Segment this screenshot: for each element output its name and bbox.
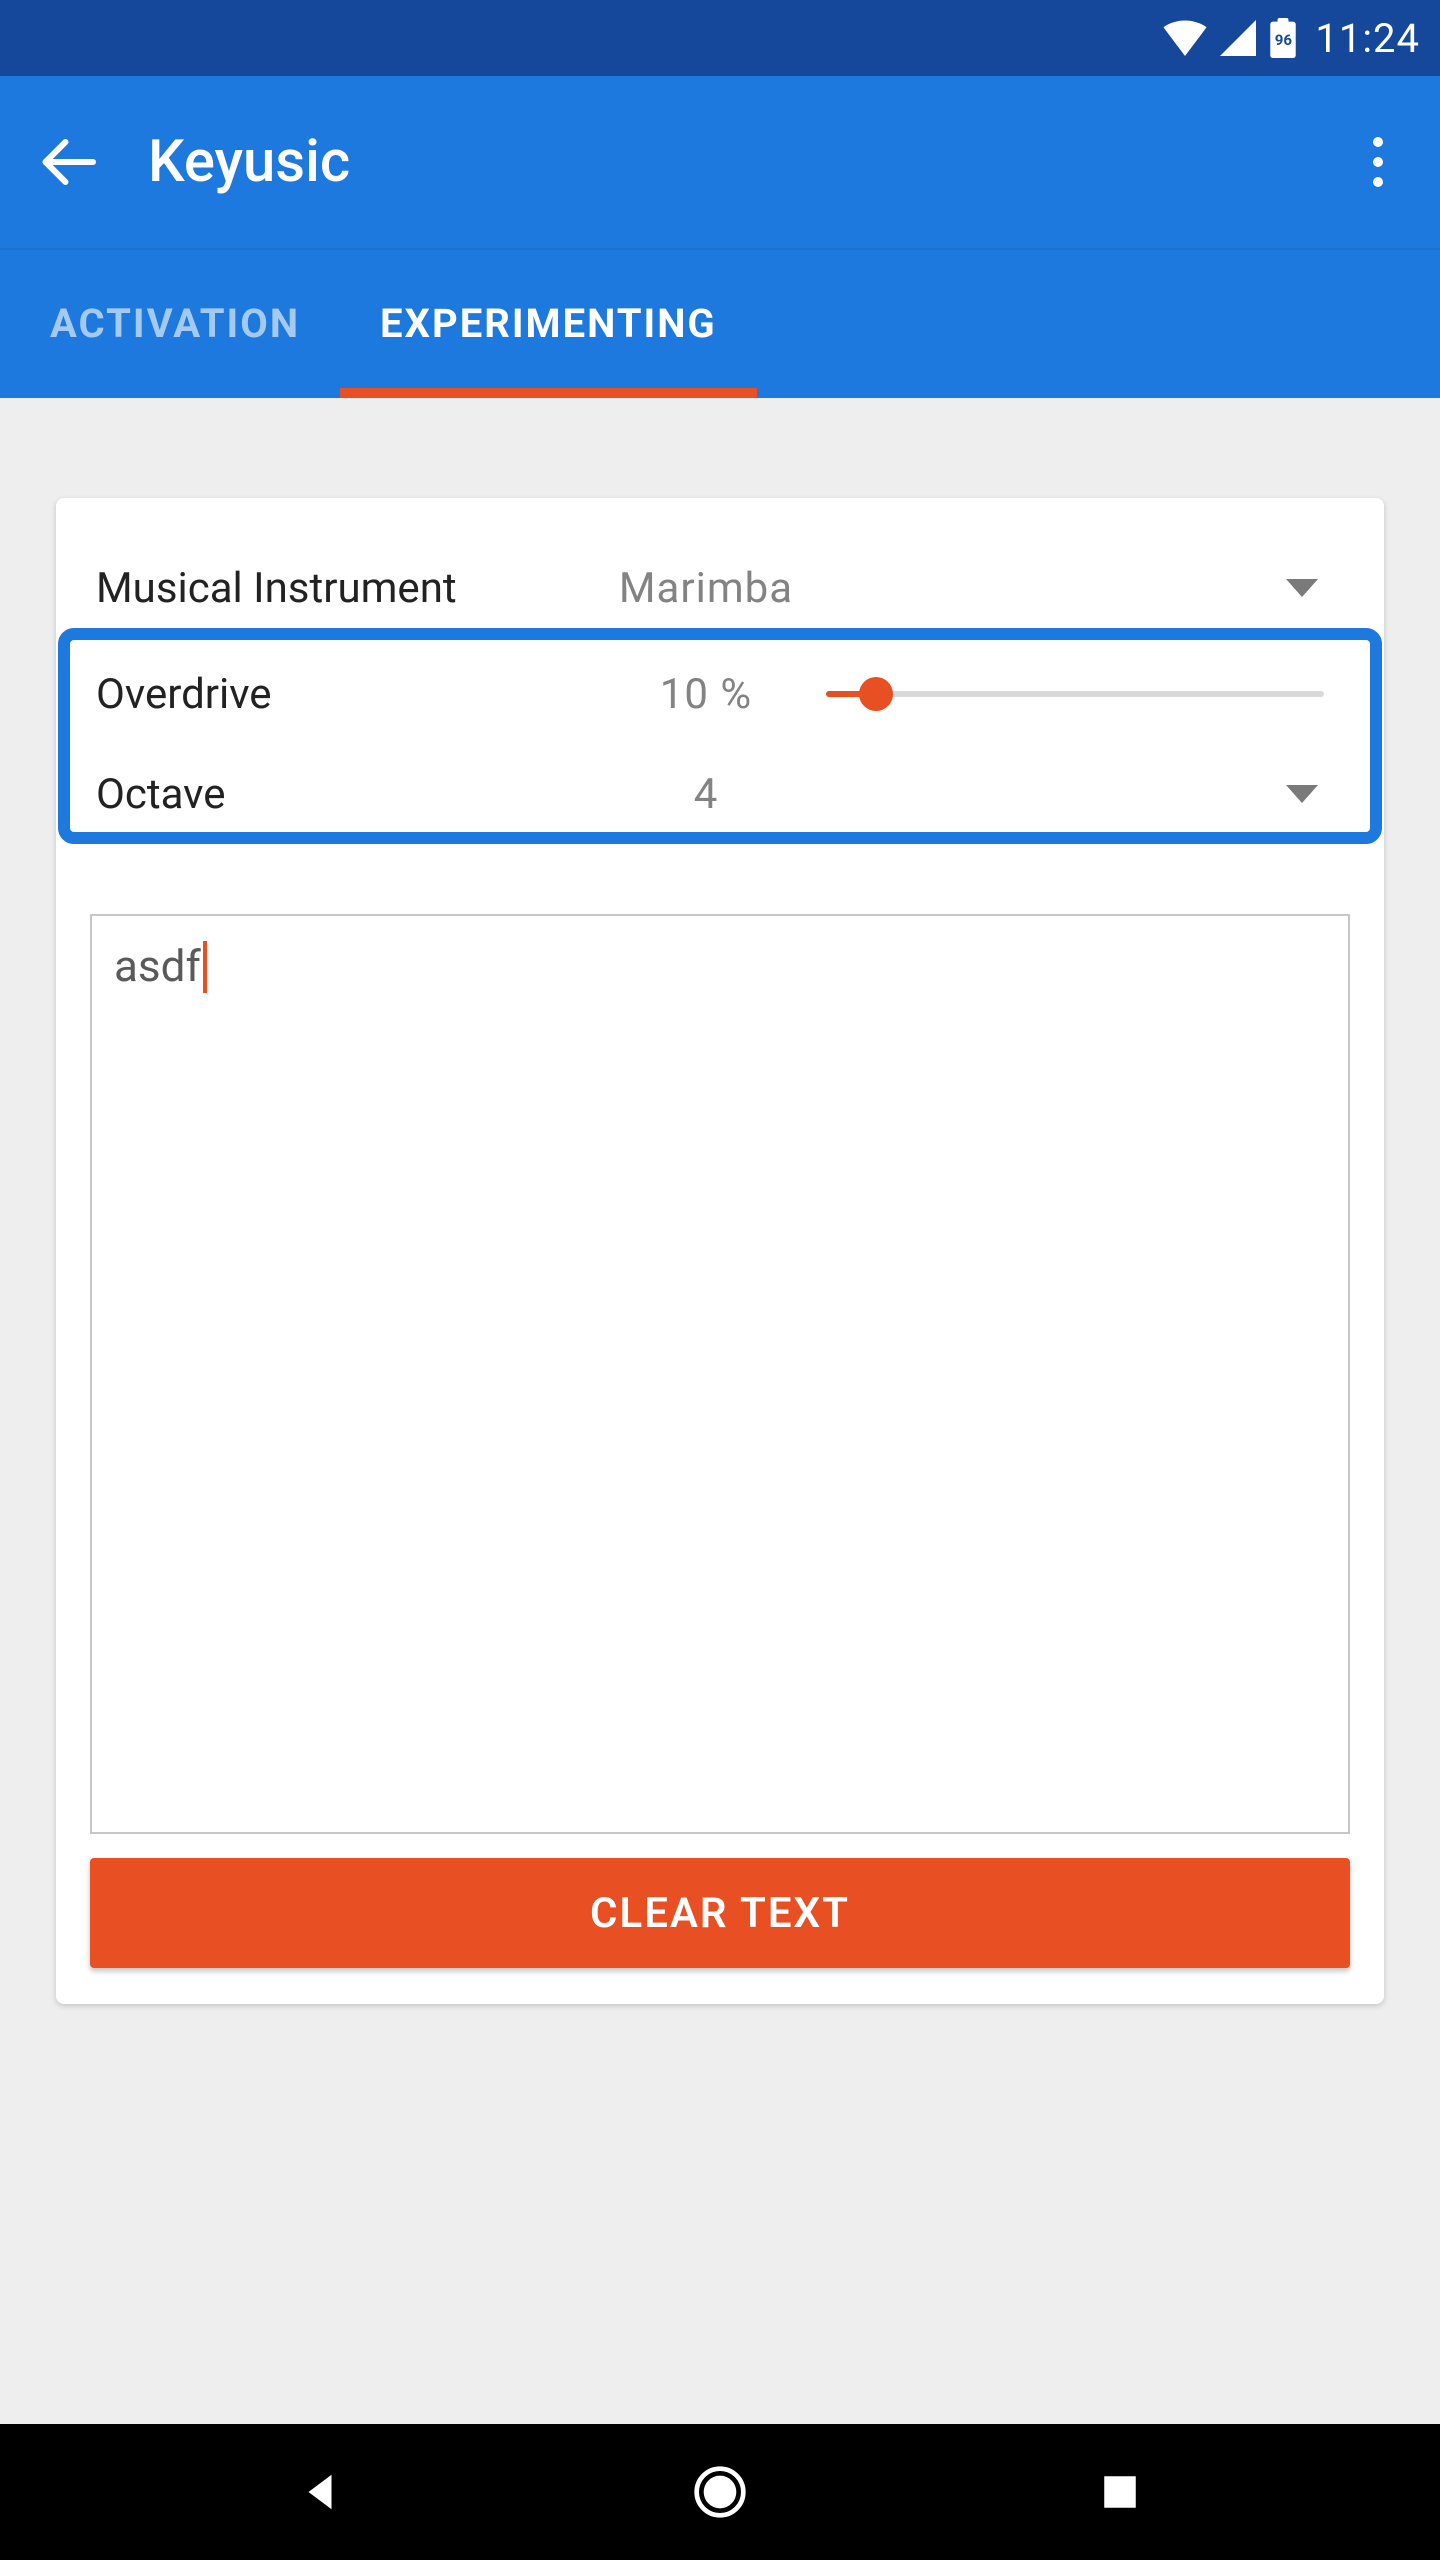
cell-signal-icon [1219,20,1257,56]
settings-card: Musical Instrument Marimba Overdrive 10 … [56,498,1384,2004]
slider-thumb[interactable] [859,677,893,711]
instrument-row[interactable]: Musical Instrument Marimba [80,538,1360,638]
octave-dropdown[interactable] [826,785,1344,803]
octave-label: Octave [96,770,586,819]
tab-experimenting[interactable]: EXPERIMENTING [340,248,757,398]
text-area-container: asdf [80,914,1360,1834]
octave-value: 4 [586,770,826,819]
tab-activation[interactable]: ACTIVATION [10,248,340,398]
content-area: Musical Instrument Marimba Overdrive 10 … [0,398,1440,2004]
app-bar: Keyusic [0,76,1440,248]
status-bar: 96 11:24 [0,0,1440,76]
app-title: Keyusic [148,128,350,196]
battery-level: 96 [1275,31,1292,49]
overflow-menu-button[interactable] [1342,126,1414,198]
battery-icon: 96 [1269,18,1297,58]
instrument-dropdown[interactable] [826,579,1344,597]
octave-row[interactable]: Octave 4 [80,744,1360,844]
chevron-down-icon [1286,579,1318,597]
overdrive-row: Overdrive 10 % [80,644,1360,744]
text-cursor [203,941,207,993]
overdrive-value: 10 % [586,670,826,719]
clear-text-button[interactable]: CLEAR TEXT [90,1858,1350,1968]
nav-home-button[interactable] [684,2456,756,2528]
tab-bar: ACTIVATION EXPERIMENTING [0,248,1440,398]
more-vert-icon [1373,137,1383,187]
overdrive-slider[interactable] [826,691,1344,697]
instrument-value: Marimba [586,564,826,613]
text-input-content: asdf [114,940,201,992]
nav-back-button[interactable] [284,2456,356,2528]
chevron-down-icon [1286,785,1318,803]
overdrive-label: Overdrive [96,670,586,719]
text-input[interactable]: asdf [90,914,1350,1834]
navigation-bar [0,2424,1440,2560]
instrument-label: Musical Instrument [96,564,586,613]
nav-recent-button[interactable] [1084,2456,1156,2528]
back-button[interactable] [28,122,108,202]
wifi-icon [1163,20,1207,56]
status-time: 11:24 [1315,15,1420,62]
